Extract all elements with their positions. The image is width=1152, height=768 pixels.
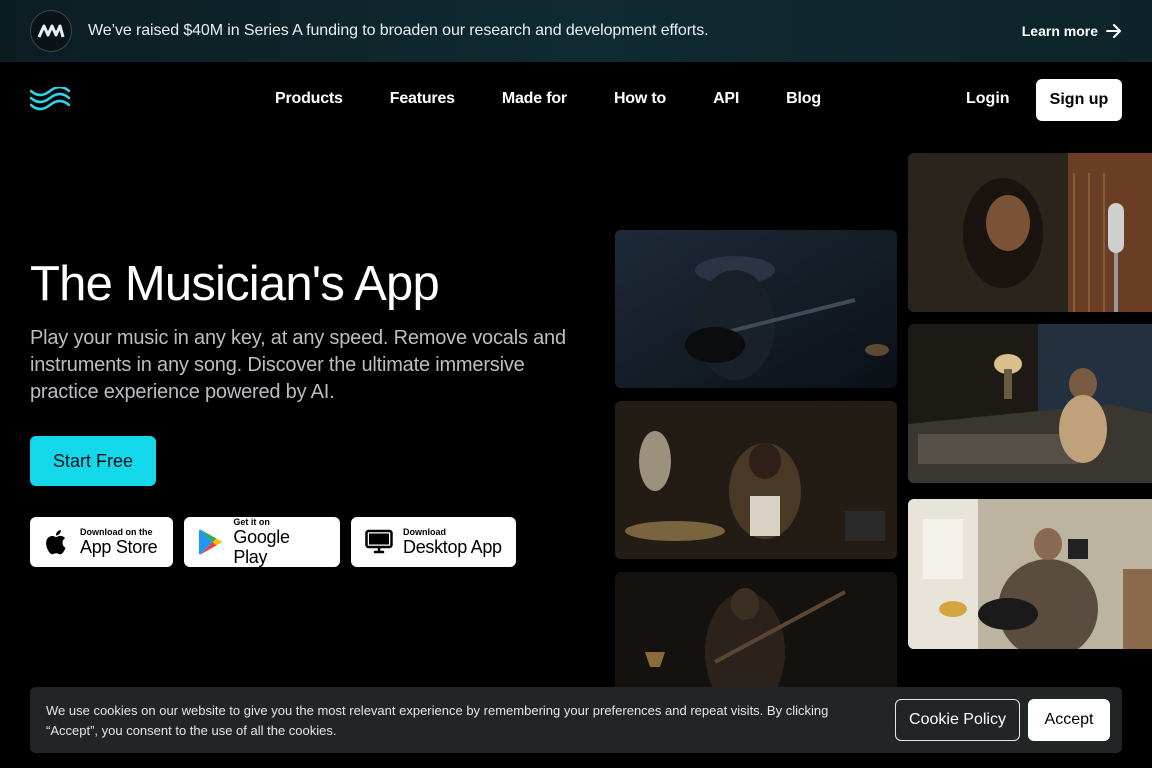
cookie-text: We use cookies on our website to give yo… [46,703,829,738]
accept-cookies-button[interactable]: Accept [1028,699,1110,741]
google-play-button[interactable]: Get it on Google Play [184,517,340,567]
desktop-app-small-label: Download [403,527,446,537]
cookie-policy-button[interactable]: Cookie Policy [895,699,1020,741]
learn-more-label: Learn more [1021,23,1098,39]
desktop-icon [365,529,393,554]
m-waves-logo-icon [30,10,72,52]
google-play-small-label: Get it on [233,517,270,527]
arrow-right-icon [1106,24,1121,38]
desktop-app-button[interactable]: Download Desktop App [351,517,516,567]
login-link[interactable]: Login [966,90,1010,108]
cookie-banner: We use cookies on our website to give yo… [30,687,1122,753]
desktop-app-label: Desktop App [403,537,502,557]
nav-link-how-to[interactable]: How to [614,90,666,108]
app-store-label: App Store [80,537,158,557]
apple-icon [46,530,66,555]
start-free-button[interactable]: Start Free [30,436,156,486]
video-drummer[interactable] [615,401,897,559]
google-play-label: Google Play [233,527,290,567]
learn-more-link[interactable]: Learn more [1022,0,1122,62]
video-singer[interactable] [908,153,1152,312]
signup-button[interactable]: Sign up [1036,79,1122,121]
nav-link-api[interactable]: API [713,90,739,108]
app-store-small-label: Download on the [80,527,153,537]
video-bassist[interactable] [615,572,897,692]
announcement-text: We’ve raised $40M in Series A funding to… [88,22,709,39]
nav-link-features[interactable]: Features [390,90,455,108]
hero-subtitle: Play your music in any key, at any speed… [30,327,566,403]
nav-link-blog[interactable]: Blog [786,90,821,108]
nav-link-products[interactable]: Products [275,90,343,108]
nav-link-made-for[interactable]: Made for [502,90,567,108]
main-nav: Products Features Made for How to API Bl… [0,62,1152,138]
waves-logo-icon[interactable] [29,85,71,116]
video-guitarist-studio[interactable] [908,499,1152,649]
google-play-icon [198,529,222,555]
announcement-bar: We’ve raised $40M in Series A funding to… [0,0,1152,62]
video-producer-console[interactable] [908,324,1152,483]
video-guitarist-hat[interactable] [615,230,897,388]
app-store-button[interactable]: Download on the App Store [30,517,173,567]
hero-title: The Musician's App [30,257,440,311]
